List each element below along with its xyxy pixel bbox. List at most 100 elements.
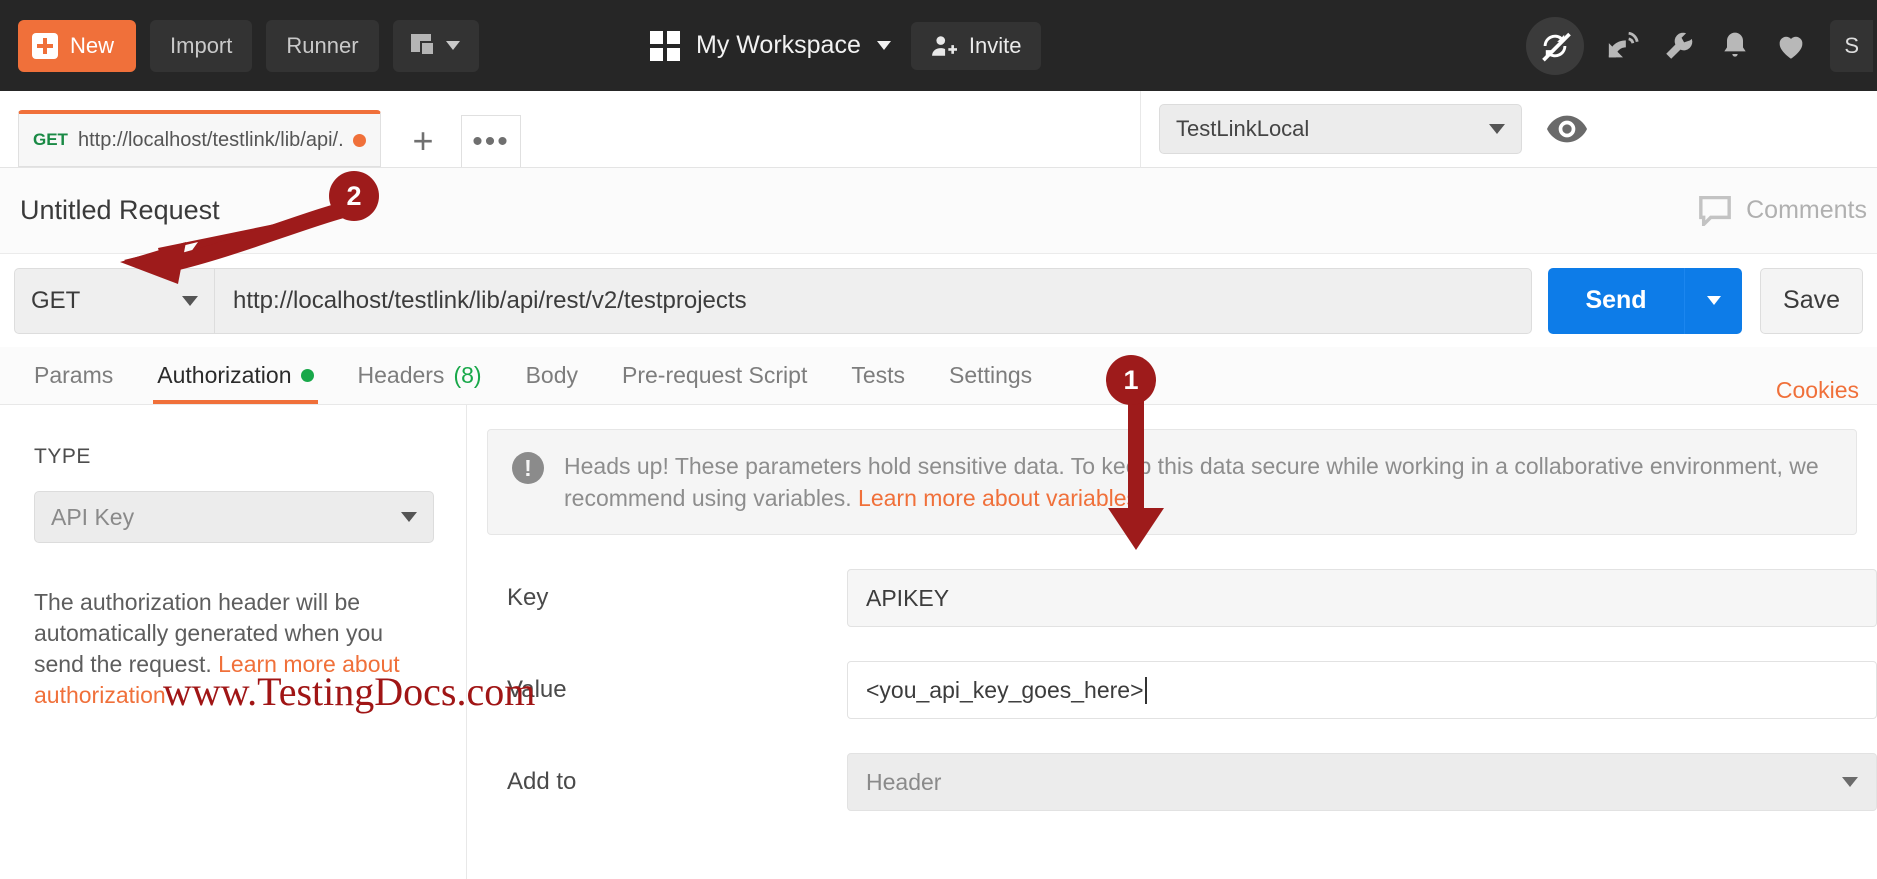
authorization-type-column: TYPE API Key The authorization header wi…	[0, 405, 467, 879]
plus-icon	[32, 32, 58, 59]
auth-configured-icon	[300, 368, 314, 382]
save-button[interactable]: Save	[1760, 267, 1863, 334]
request-tab-method: GET	[33, 130, 68, 149]
url-bar: GET http://localhost/testlink/lib/api/re…	[0, 254, 1877, 347]
tab-tests-label: Tests	[851, 361, 906, 388]
request-tab[interactable]: GET http://localhost/testlink/lib/api/..…	[18, 110, 381, 167]
tab-tests[interactable]: Tests	[829, 346, 927, 404]
authorization-fields-column: ! Heads up! These parameters hold sensit…	[467, 405, 1877, 879]
annotation-badge-1-label: 1	[1123, 364, 1139, 395]
sensitive-data-notice: ! Heads up! These parameters hold sensit…	[487, 429, 1857, 536]
environment-quick-look-button[interactable]	[1536, 104, 1598, 154]
top-toolbar: New Import Runner My Workspace Invite S	[0, 0, 1877, 91]
annotation-badge-2-label: 2	[346, 180, 362, 211]
new-button-label: New	[70, 32, 115, 58]
request-section-tabs: Params Authorization Headers (8) Body Pr…	[0, 347, 1877, 405]
unsaved-indicator-icon	[353, 133, 366, 147]
environment-selector[interactable]: TestLinkLocal	[1159, 104, 1522, 154]
environment-bar: TestLinkLocal	[1140, 91, 1877, 168]
tab-body[interactable]: Body	[504, 346, 600, 404]
chevron-down-icon	[1706, 296, 1721, 305]
send-button[interactable]: Send	[1548, 267, 1685, 334]
invite-button[interactable]: Invite	[910, 21, 1042, 70]
tab-body-label: Body	[525, 361, 578, 388]
person-add-icon	[931, 35, 957, 56]
cookies-link[interactable]: Cookies	[1776, 377, 1859, 404]
new-window-button[interactable]	[392, 19, 479, 72]
auth-add-to-selector[interactable]: Header	[847, 753, 1877, 812]
type-label: TYPE	[34, 445, 91, 468]
chevron-down-icon	[876, 41, 891, 50]
postman-app: New Import Runner My Workspace Invite S …	[0, 0, 1877, 879]
auth-key-input[interactable]: APIKEY	[847, 569, 1877, 628]
new-window-icon	[411, 33, 437, 58]
comment-icon	[1699, 195, 1731, 226]
comments-label: Comments	[1746, 196, 1867, 224]
bell-icon[interactable]	[1718, 29, 1752, 63]
send-options-button[interactable]	[1684, 267, 1743, 334]
auth-field-addto-label: Add to	[507, 768, 577, 796]
ellipsis-icon: •••	[472, 124, 510, 158]
url-input[interactable]: http://localhost/testlink/lib/api/rest/v…	[214, 267, 1533, 334]
auth-field-key-row: Key APIKEY	[487, 569, 1877, 628]
auth-field-value-row: Value <you_api_key_goes_here>	[487, 661, 1877, 720]
runner-button[interactable]: Runner	[266, 19, 379, 72]
new-tab-button[interactable]: +	[405, 115, 441, 167]
grid-icon	[650, 30, 680, 61]
notice-body: Heads up! These parameters hold sensitiv…	[564, 453, 1819, 512]
save-button-label: Save	[1783, 286, 1840, 314]
plus-icon: +	[412, 120, 434, 161]
sync-off-icon[interactable]	[1526, 16, 1585, 75]
tab-authorization[interactable]: Authorization	[135, 346, 335, 404]
wrench-icon[interactable]	[1662, 29, 1696, 63]
tab-pre-request-script[interactable]: Pre-request Script	[600, 346, 829, 404]
tab-options-button[interactable]: •••	[461, 115, 521, 167]
auth-field-addto-row: Add to Header	[487, 753, 1877, 812]
auth-add-to-value: Header	[866, 768, 942, 795]
satellite-icon[interactable]	[1606, 29, 1640, 63]
workspace-area: My Workspace Invite	[650, 0, 1042, 91]
eye-icon	[1547, 115, 1587, 143]
auth-field-value-label: Value	[507, 676, 567, 704]
chevron-down-icon	[446, 41, 461, 50]
auth-key-value: APIKEY	[866, 584, 950, 611]
chevron-down-icon	[1489, 124, 1505, 134]
exclamation-icon: !	[512, 452, 544, 484]
http-method-selector[interactable]: GET	[14, 267, 214, 334]
auth-value-input[interactable]: <you_api_key_goes_here>	[847, 661, 1877, 720]
tab-headers-count: (8)	[453, 361, 482, 388]
page-title: Untitled Request	[20, 195, 220, 225]
chevron-down-icon	[401, 512, 417, 522]
comments-button[interactable]: Comments	[1698, 195, 1867, 226]
new-button[interactable]: New	[18, 19, 137, 72]
notice-link[interactable]: Learn more about variables	[858, 485, 1138, 511]
chevron-down-icon	[182, 295, 198, 306]
invite-button-label: Invite	[968, 32, 1022, 58]
tab-headers-label: Headers	[357, 361, 445, 388]
auth-field-key-label: Key	[507, 584, 549, 612]
runner-button-label: Runner	[286, 32, 359, 58]
tab-settings[interactable]: Settings	[927, 346, 1054, 404]
text-caret	[1144, 676, 1147, 704]
tab-headers[interactable]: Headers (8)	[336, 346, 504, 404]
workspace-selector[interactable]: My Workspace	[650, 30, 891, 61]
heart-icon[interactable]	[1774, 29, 1808, 63]
annotation-badge-2: 2	[329, 171, 379, 221]
auth-type-selector[interactable]: API Key	[34, 491, 434, 543]
tab-params[interactable]: Params	[12, 346, 135, 404]
chevron-down-icon	[1842, 777, 1858, 788]
signin-button[interactable]: S	[1830, 19, 1873, 72]
import-button[interactable]: Import	[150, 19, 253, 72]
workspace-name: My Workspace	[696, 31, 861, 59]
environment-name: TestLinkLocal	[1176, 116, 1310, 141]
tab-pre-request-script-label: Pre-request Script	[622, 361, 808, 388]
authorization-panel: TYPE API Key The authorization header wi…	[0, 405, 1877, 879]
request-tab-strip: GET http://localhost/testlink/lib/api/..…	[0, 91, 1140, 168]
url-value: http://localhost/testlink/lib/api/rest/v…	[233, 286, 747, 314]
watermark: www.TestingDocs.com	[163, 669, 536, 714]
send-button-group: Send	[1548, 267, 1743, 334]
import-button-label: Import	[170, 32, 233, 58]
signin-label: S	[1844, 32, 1859, 58]
request-tab-url: http://localhost/testlink/lib/api/...	[77, 128, 343, 151]
send-button-label: Send	[1585, 286, 1647, 314]
